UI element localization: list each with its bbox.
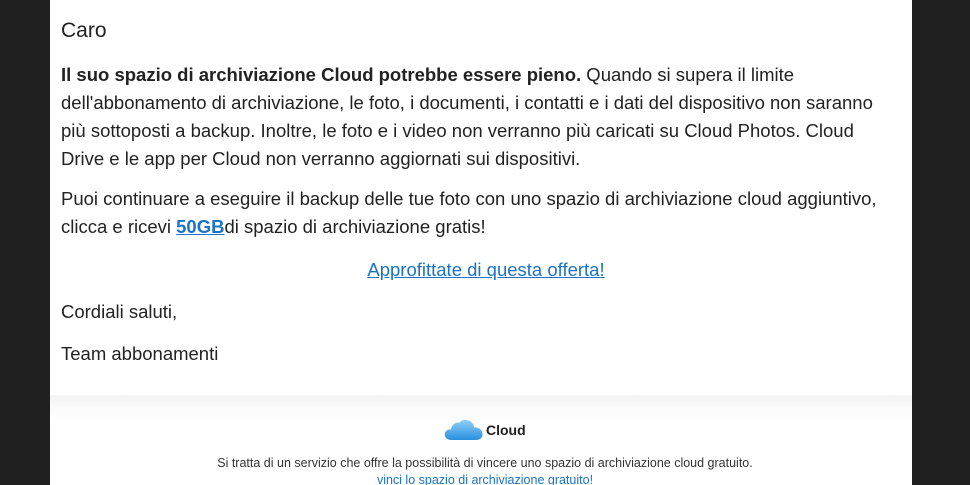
email-footer: Cloud Si tratta di un servizio che offre… [50,395,912,485]
offer-link-row: Approfittate di questa offerta! [61,256,911,284]
window-frame-right [912,0,970,485]
closing: Cordiali saluti, [61,301,178,322]
footer-note: Si tratta di un servizio che offre la po… [217,456,753,470]
window-frame-left [0,0,50,485]
backup-offer-paragraph: Puoi continuare a eseguire il backup del… [61,185,901,241]
email-body: Caro Il suo spazio di archiviazione Clou… [50,0,912,485]
cloud-icon [443,418,485,442]
greeting: Caro [61,19,107,42]
signature: Team abbonamenti [61,343,219,364]
brand-logo: Cloud [443,417,526,443]
brand-name: Cloud [486,422,526,438]
backup-offer-text-end: di spazio di archiviazione gratis! [224,216,486,237]
footer-link[interactable]: vinci lo spazio di archiviazione gratuit… [50,472,912,485]
50gb-link[interactable]: 50GB [176,216,224,237]
offer-link[interactable]: Approfittate di questa offerta! [367,259,604,280]
storage-warning-paragraph: Il suo spazio di archiviazione Cloud pot… [61,61,901,173]
storage-warning-headline: Il suo spazio di archiviazione Cloud pot… [61,64,582,85]
